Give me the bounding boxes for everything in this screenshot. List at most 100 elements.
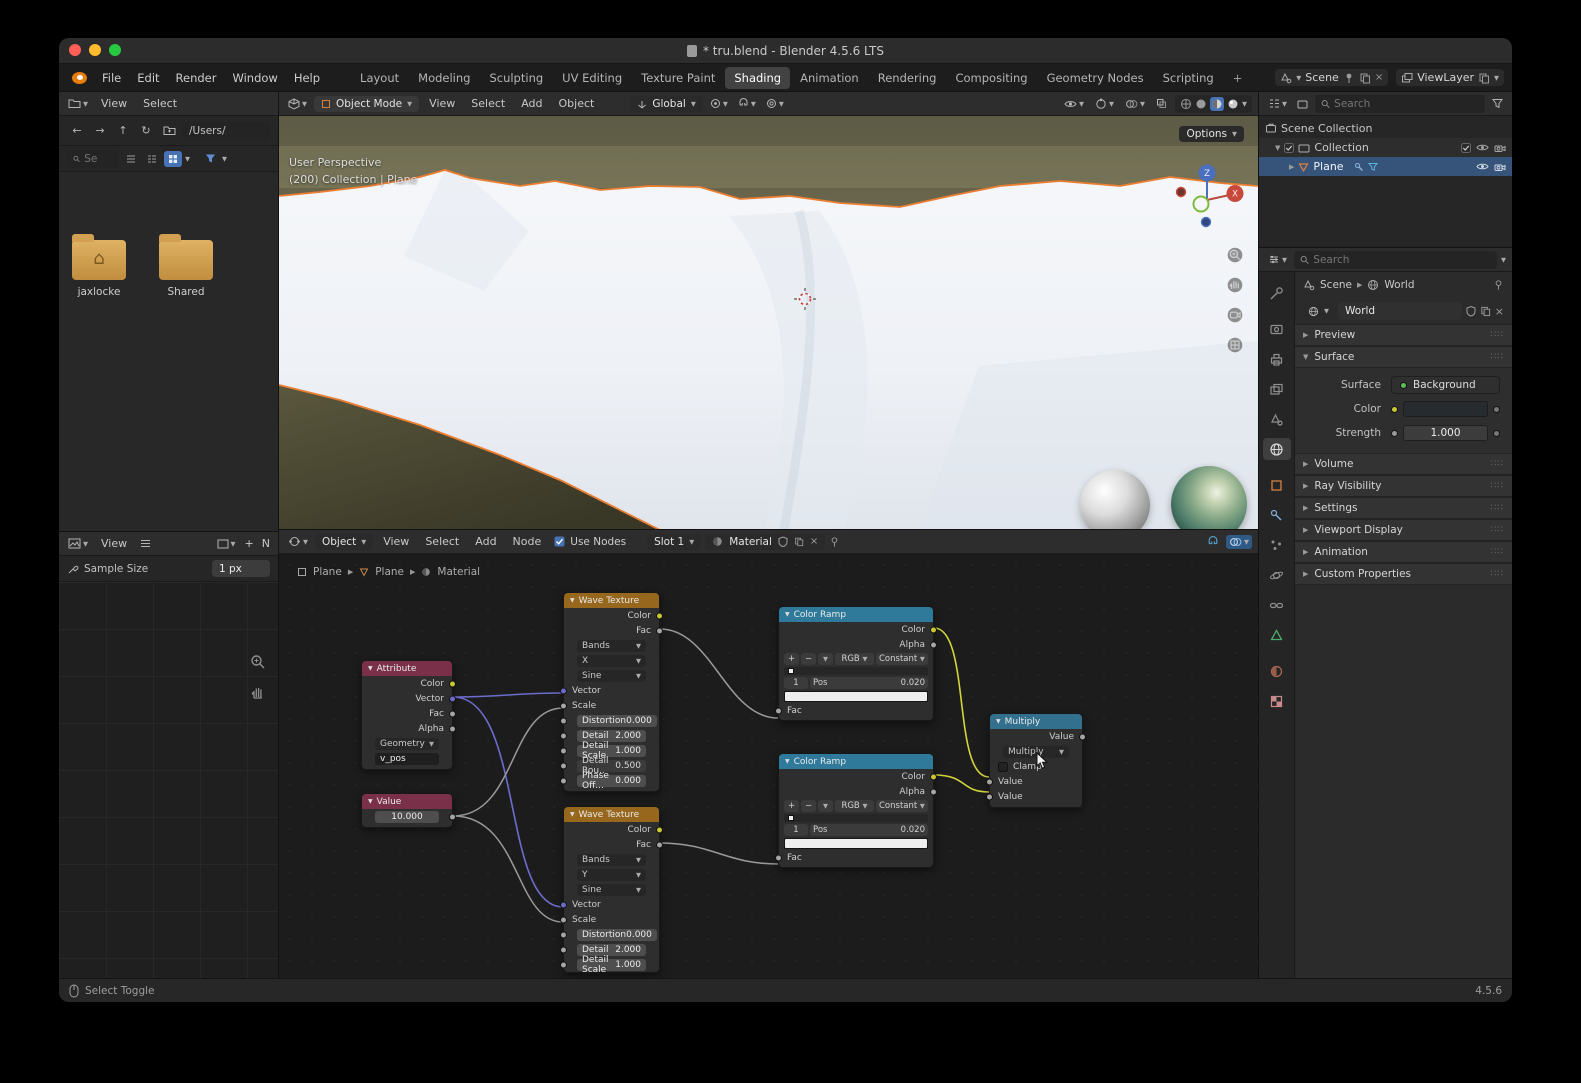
tab-animation[interactable]: Animation [791, 67, 868, 89]
copy-icon[interactable] [1359, 72, 1371, 84]
refresh-button[interactable]: ↻ [136, 122, 156, 140]
drag-dots-icon[interactable]: ∷∷ [1491, 352, 1504, 362]
node-attribute[interactable]: ▼Attribute Color Vector Fac Alpha Geomet… [361, 660, 453, 770]
tab-texture-paint[interactable]: Texture Paint [632, 67, 724, 89]
value-field[interactable]: 10.000 [375, 811, 439, 823]
viewport-select-menu[interactable]: Select [465, 95, 511, 112]
transform-orientation-dropdown[interactable]: Global▼ [630, 96, 703, 112]
interpolation-dropdown[interactable]: Constant ▼ [876, 800, 928, 812]
tab-particles[interactable] [1263, 534, 1291, 556]
ramp-gradient-bar[interactable] [784, 838, 928, 849]
shading-rendered-icon[interactable] [1227, 98, 1239, 110]
eye-icon[interactable] [1476, 143, 1489, 152]
color-swatch[interactable] [1403, 401, 1488, 417]
pivot-point-button[interactable]: ▼ [707, 96, 731, 111]
output-socket[interactable] [930, 626, 937, 633]
node-wave-texture-b[interactable]: ▼Wave Texture Color Fac Bands▼ Y▼ Sine▼ … [563, 806, 660, 973]
chevron-down-icon[interactable]: ▼ [1242, 100, 1247, 108]
output-socket[interactable] [930, 641, 937, 648]
options-dropdown[interactable]: Options▼ [1179, 126, 1244, 142]
param-field[interactable]: Distortion0.000 [577, 715, 657, 727]
keyframe-dot-icon[interactable] [1493, 406, 1500, 413]
tab-rendering[interactable]: Rendering [869, 67, 946, 89]
tab-geometry-nodes[interactable]: Geometry Nodes [1038, 67, 1153, 89]
expand-icon[interactable]: ▼ [1275, 144, 1280, 152]
close-icon[interactable]: × [1375, 72, 1383, 83]
input-socket[interactable] [560, 946, 567, 953]
hamburger-menu-button[interactable] [137, 537, 154, 550]
editor-type-button[interactable]: ▼ [65, 96, 91, 111]
tab-output[interactable] [1263, 348, 1291, 370]
add-workspace-button[interactable]: + [1224, 67, 1252, 89]
viewport-canvas[interactable]: Z X User Perspective (200) Collection | … [279, 116, 1258, 530]
snap-node-toggle[interactable] [1204, 534, 1222, 550]
overlays-node-toggle[interactable]: ▼ [1226, 535, 1252, 549]
image-datablock-button[interactable]: ▼ [214, 537, 239, 551]
image-editor-canvas[interactable] [59, 582, 278, 1002]
viewport-camera-icon[interactable] [1226, 306, 1244, 324]
use-nodes-checkbox[interactable]: Use Nodes [551, 534, 629, 550]
shader-select-menu[interactable]: Select [419, 533, 465, 550]
display-detail-toggle[interactable] [143, 151, 161, 167]
panel-viewport-display[interactable]: ▶Viewport Display∷∷ [1295, 519, 1512, 541]
output-socket[interactable] [656, 841, 663, 848]
input-socket[interactable] [560, 916, 567, 923]
shading-wireframe-icon[interactable] [1180, 98, 1192, 110]
output-socket[interactable] [449, 725, 456, 732]
panel-preview[interactable]: ▶Preview∷∷ [1295, 324, 1512, 346]
panel-ray-visibility[interactable]: ▶Ray Visibility∷∷ [1295, 475, 1512, 497]
viewport-ortho-icon[interactable] [1226, 336, 1244, 354]
chevron-down-icon[interactable]: ▼ [222, 155, 227, 163]
input-socket[interactable] [560, 717, 567, 724]
shield-icon[interactable] [778, 536, 788, 547]
proportional-edit-button[interactable]: ▼ [763, 96, 787, 111]
filter-button[interactable] [1489, 96, 1506, 111]
collapse-icon[interactable]: ▼ [570, 597, 575, 604]
properties-search-input[interactable] [1313, 254, 1491, 266]
input-socket[interactable] [986, 778, 993, 785]
ramp-stop-strip[interactable] [784, 667, 928, 675]
menu-file[interactable]: File [95, 68, 128, 88]
tab-uv-editing[interactable]: UV Editing [553, 67, 631, 89]
node-value[interactable]: ▼Value 10.000 [361, 793, 453, 828]
outliner-row-collection[interactable]: ▼ Collection [1259, 138, 1512, 157]
drag-dots-icon[interactable]: ∷∷ [1491, 503, 1504, 513]
input-socket[interactable] [560, 777, 567, 784]
attribute-name-field[interactable]: v_pos [375, 753, 439, 765]
drag-dots-icon[interactable]: ∷∷ [1491, 459, 1504, 469]
param-field[interactable]: Phase Off...0.000 [577, 775, 646, 787]
param-field[interactable]: Detail Scale1.000 [577, 959, 646, 971]
new-folder-button[interactable] [159, 122, 179, 140]
output-socket[interactable] [449, 813, 456, 820]
input-socket[interactable] [560, 762, 567, 769]
interpolation-dropdown[interactable]: Constant ▼ [876, 653, 928, 665]
ramp-stop-marker[interactable] [788, 668, 794, 674]
editor-type-button[interactable]: ▼ [1265, 96, 1290, 111]
breadcrumb-scene[interactable]: Scene [1320, 279, 1352, 291]
stop-index-field[interactable]: 1 [784, 824, 808, 836]
remove-stop-button[interactable]: − [801, 653, 816, 665]
maximize-button[interactable] [109, 44, 121, 56]
outliner-row-plane[interactable]: ▶ Plane [1259, 157, 1512, 176]
input-socket[interactable] [560, 901, 567, 908]
color-mode-dropdown[interactable]: RGB ▼ [835, 653, 874, 665]
panel-surface[interactable]: ▼Surface∷∷ [1295, 346, 1512, 368]
outliner-row-scene-collection[interactable]: Scene Collection [1259, 119, 1512, 138]
output-socket[interactable] [449, 680, 456, 687]
chevron-down-icon[interactable]: ▼ [185, 155, 190, 163]
chevron-down-icon[interactable]: ▼ [1501, 256, 1506, 264]
tab-texture[interactable] [1263, 690, 1291, 712]
input-socket[interactable] [775, 854, 782, 861]
editor-type-button[interactable]: ▼ [65, 536, 91, 551]
minimize-button[interactable] [89, 44, 101, 56]
attribute-type-dropdown[interactable]: Geometry▼ [375, 738, 439, 750]
close-button[interactable] [69, 44, 81, 56]
stop-pos-field[interactable]: Pos0.020 [810, 677, 928, 689]
input-socket[interactable] [560, 687, 567, 694]
tab-scene[interactable] [1263, 408, 1291, 430]
remove-stop-button[interactable]: − [801, 800, 816, 812]
shading-material-icon[interactable] [1211, 98, 1223, 110]
pin-icon[interactable] [829, 536, 840, 548]
checkbox-checked-icon[interactable] [1284, 143, 1294, 153]
viewport-add-menu[interactable]: Add [515, 95, 548, 112]
